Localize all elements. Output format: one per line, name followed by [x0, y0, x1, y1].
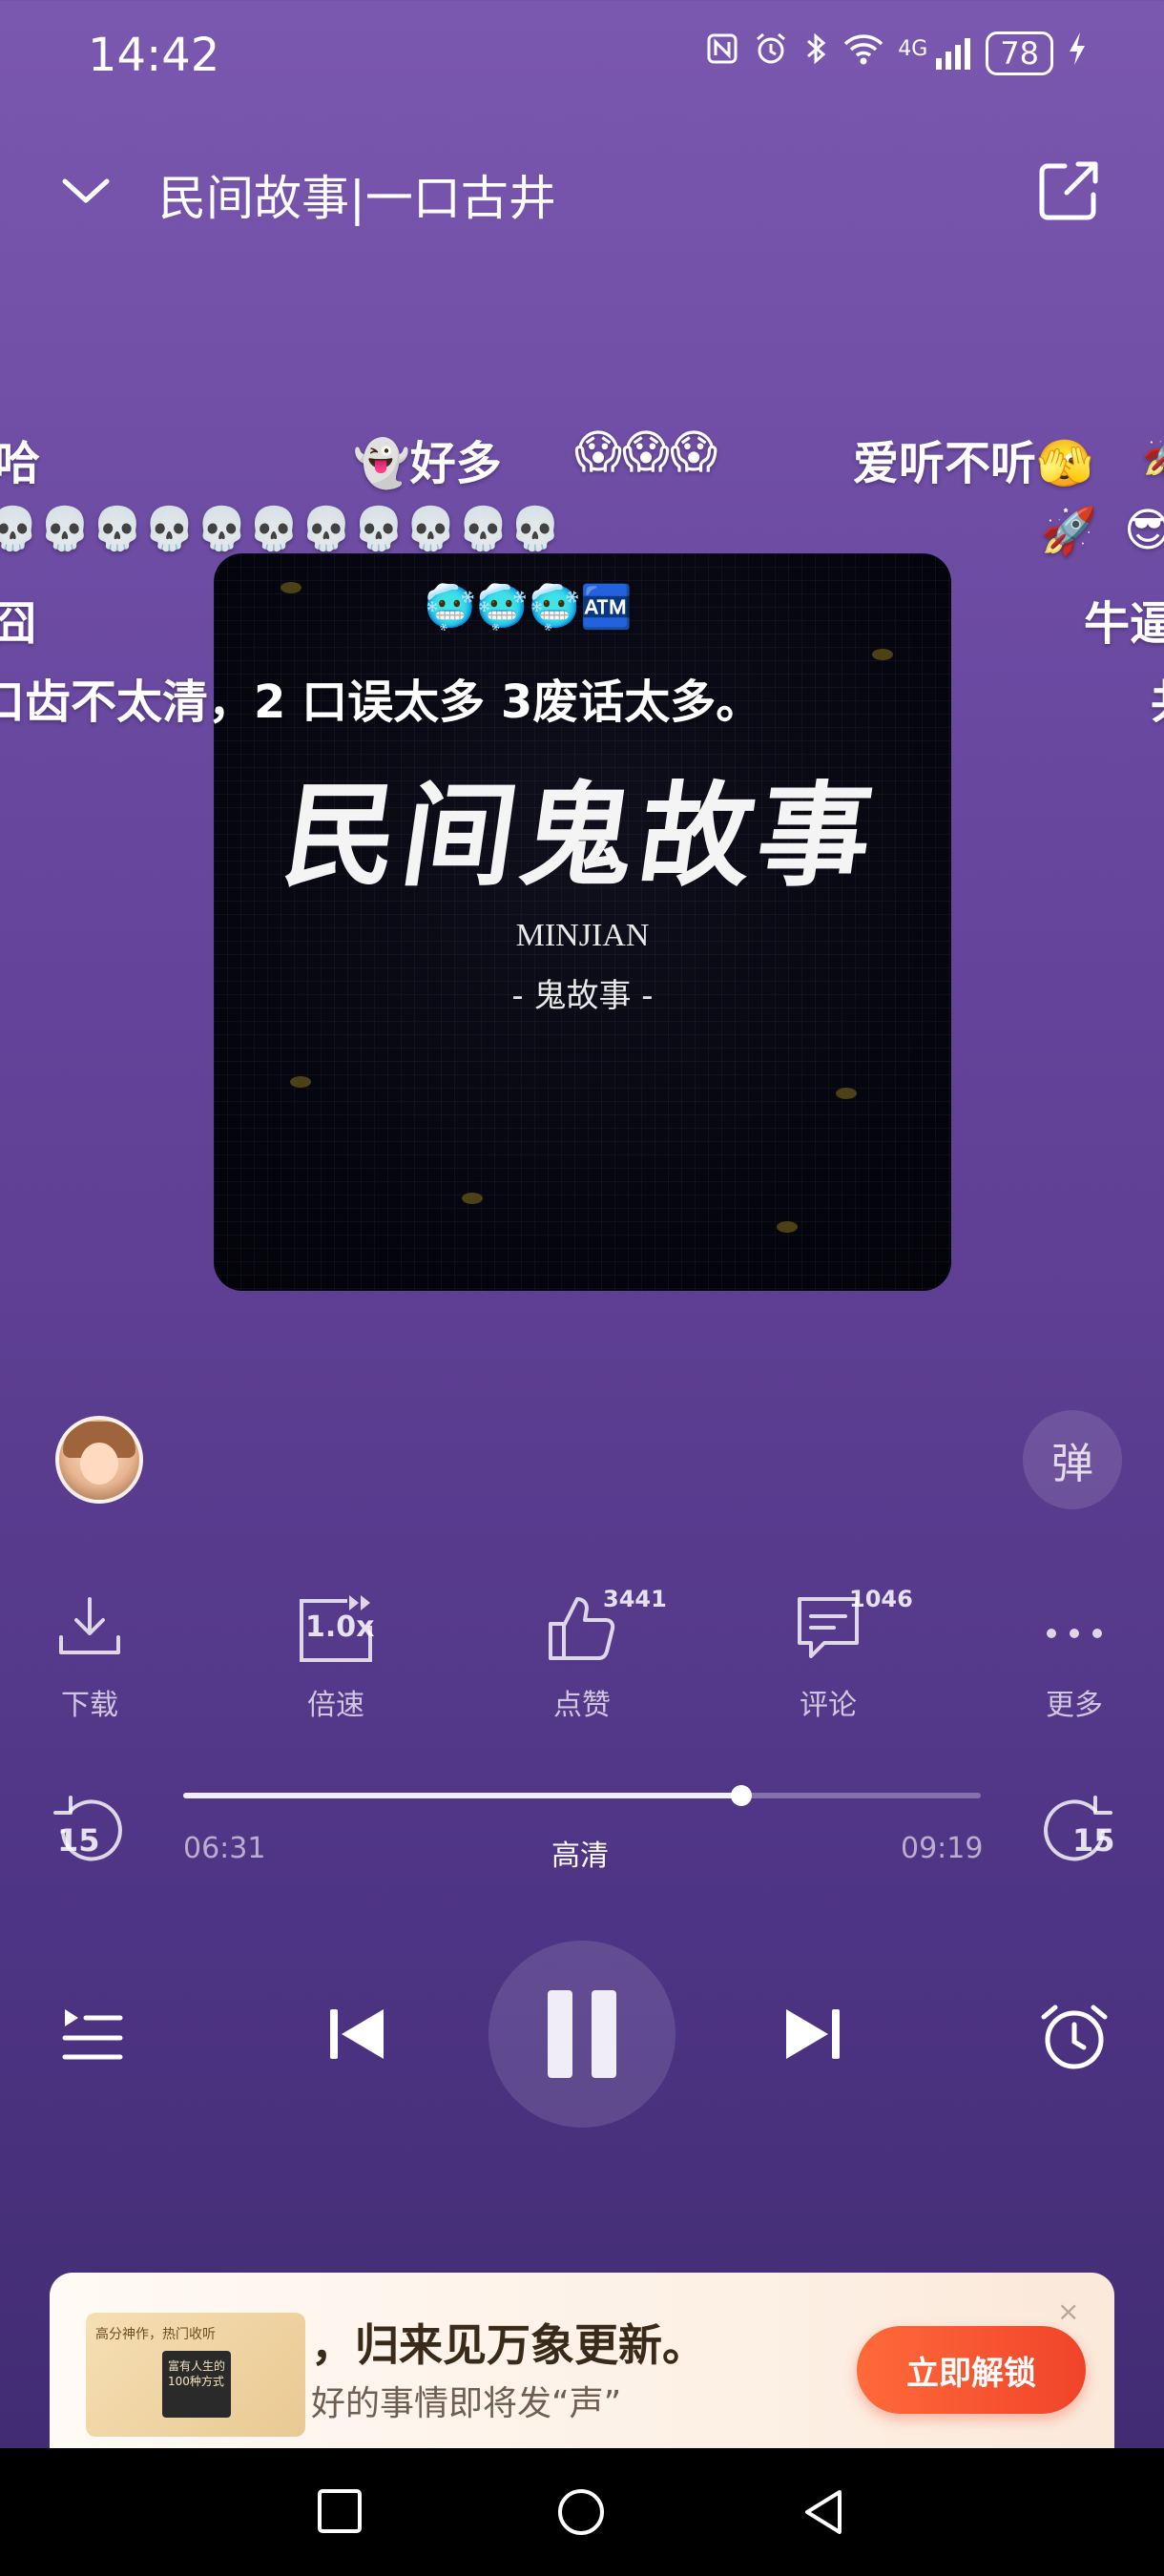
danmu-item: 💀💀💀💀💀💀💀💀💀💀💀	[0, 505, 562, 553]
comment-label: 评论	[800, 1689, 857, 1722]
speed-text: 1.0x	[305, 1610, 375, 1644]
danmu-item: 🚀	[1040, 505, 1097, 558]
nfc-icon	[705, 31, 739, 74]
forward-label: 15	[1072, 1822, 1115, 1859]
cover-title: 民间鬼故事	[276, 769, 886, 902]
battery-level: 78	[1000, 34, 1039, 72]
ad-thumbnail: 高分神作，热门收听 富有人生的100种方式	[86, 2313, 305, 2437]
danmu-item: 😎	[1124, 504, 1164, 557]
total-time: 09:19	[901, 1832, 984, 1865]
like-count: 3441	[603, 1586, 667, 1612]
download-label: 下载	[61, 1689, 118, 1722]
book-image: 富有人生的100种方式	[162, 2351, 231, 2418]
cover-subtitle-cn: - 鬼故事 -	[511, 977, 654, 1015]
wifi-icon	[842, 31, 884, 74]
danmu-item: 🚀	[1141, 426, 1164, 480]
cover-decoration	[777, 1221, 798, 1233]
comment-count: 1046	[849, 1586, 913, 1612]
quality-button[interactable]: 高清	[551, 1832, 609, 1874]
recent-apps-icon[interactable]	[315, 2486, 364, 2536]
home-icon[interactable]	[555, 2486, 607, 2538]
cover-decoration	[872, 649, 893, 660]
previous-icon[interactable]	[319, 1996, 395, 2072]
pause-bar	[548, 1990, 572, 2078]
speed-button[interactable]: 1.0x 倍速	[260, 1591, 412, 1723]
cover-decoration	[281, 582, 301, 593]
bluetooth-icon	[802, 31, 829, 75]
download-icon	[59, 1597, 120, 1654]
close-icon[interactable]: ×	[1057, 2296, 1079, 2327]
system-nav-bar	[0, 2448, 1164, 2576]
avatar-face	[80, 1443, 118, 1485]
progress-bar[interactable]	[183, 1785, 981, 1806]
danmu-item: 😱😱😱	[574, 426, 718, 479]
network-type: 4G	[898, 36, 928, 61]
danmu-item: 🥶🥶🥶🏧	[424, 583, 634, 632]
danmu-toggle-button[interactable]: 弹	[1023, 1410, 1122, 1509]
page-title: 民间故事|一口古井	[158, 171, 556, 226]
download-button[interactable]: 下载	[13, 1591, 166, 1723]
next-icon[interactable]	[775, 1996, 851, 2072]
anchor-avatar[interactable]	[55, 1416, 143, 1504]
danmu-item: 哈	[0, 437, 41, 490]
ad-banner[interactable]: 高分神作，热门收听 富有人生的100种方式 ，归来见万象更新。 好的事情即将发“…	[50, 2273, 1114, 2448]
back-icon[interactable]	[798, 2486, 849, 2538]
status-icons: 4G 78	[705, 31, 1088, 75]
timer-icon[interactable]	[1036, 1998, 1112, 2074]
alarm-icon	[753, 31, 789, 75]
pause-bar	[592, 1990, 616, 2078]
cover-decoration	[290, 1076, 311, 1088]
cover-decoration	[836, 1088, 857, 1099]
forward-15-button[interactable]: 15	[1038, 1794, 1115, 1870]
current-time: 06:31	[183, 1832, 266, 1865]
more-icon	[1047, 1629, 1102, 1638]
ad-title: ，归来见万象更新。	[311, 2319, 706, 2371]
like-label: 点赞	[553, 1689, 611, 1722]
charging-icon	[1067, 31, 1088, 75]
battery-icon: 78	[986, 31, 1053, 75]
progress-handle[interactable]	[731, 1785, 753, 1806]
signal-icon: 4G	[898, 37, 972, 70]
more-button[interactable]: 更多	[998, 1591, 1151, 1723]
speed-label: 倍速	[307, 1689, 364, 1722]
danmu-item: 牛逼	[1084, 597, 1164, 651]
playlist-icon[interactable]	[59, 2002, 124, 2067]
share-icon[interactable]	[1036, 158, 1101, 223]
unlock-button[interactable]: 立即解锁	[857, 2326, 1086, 2414]
chevron-down-icon[interactable]	[57, 162, 114, 219]
progress-fill	[183, 1793, 742, 1798]
ad-description: 好的事情即将发“声”	[311, 2384, 622, 2423]
danmu-item: 囧	[0, 597, 37, 651]
danmu-item: 👻好多	[353, 437, 502, 490]
cover-subtitle-en: MINJIAN	[515, 918, 650, 953]
pause-button[interactable]	[488, 1941, 676, 2128]
speed-icon: 1.0x	[296, 1591, 376, 1664]
book-title: 富有人生的100种方式	[168, 2359, 226, 2388]
danmu-item: 口齿不太清，2 口误太多 3废话太多。	[0, 675, 762, 729]
status-time: 14:42	[88, 29, 220, 82]
danmu-item: 共	[1151, 664, 1164, 731]
danmu-item: 爱听不听🫣	[853, 437, 1093, 490]
rewind-label: 15	[57, 1822, 100, 1859]
ad-thumbnail-caption: 高分神作，热门收听	[95, 2327, 216, 2342]
cover-decoration	[462, 1193, 483, 1204]
rewind-15-button[interactable]: 15	[52, 1794, 128, 1870]
status-bar: 14:42 4G 78	[0, 0, 1164, 114]
more-label: 更多	[1046, 1689, 1103, 1722]
